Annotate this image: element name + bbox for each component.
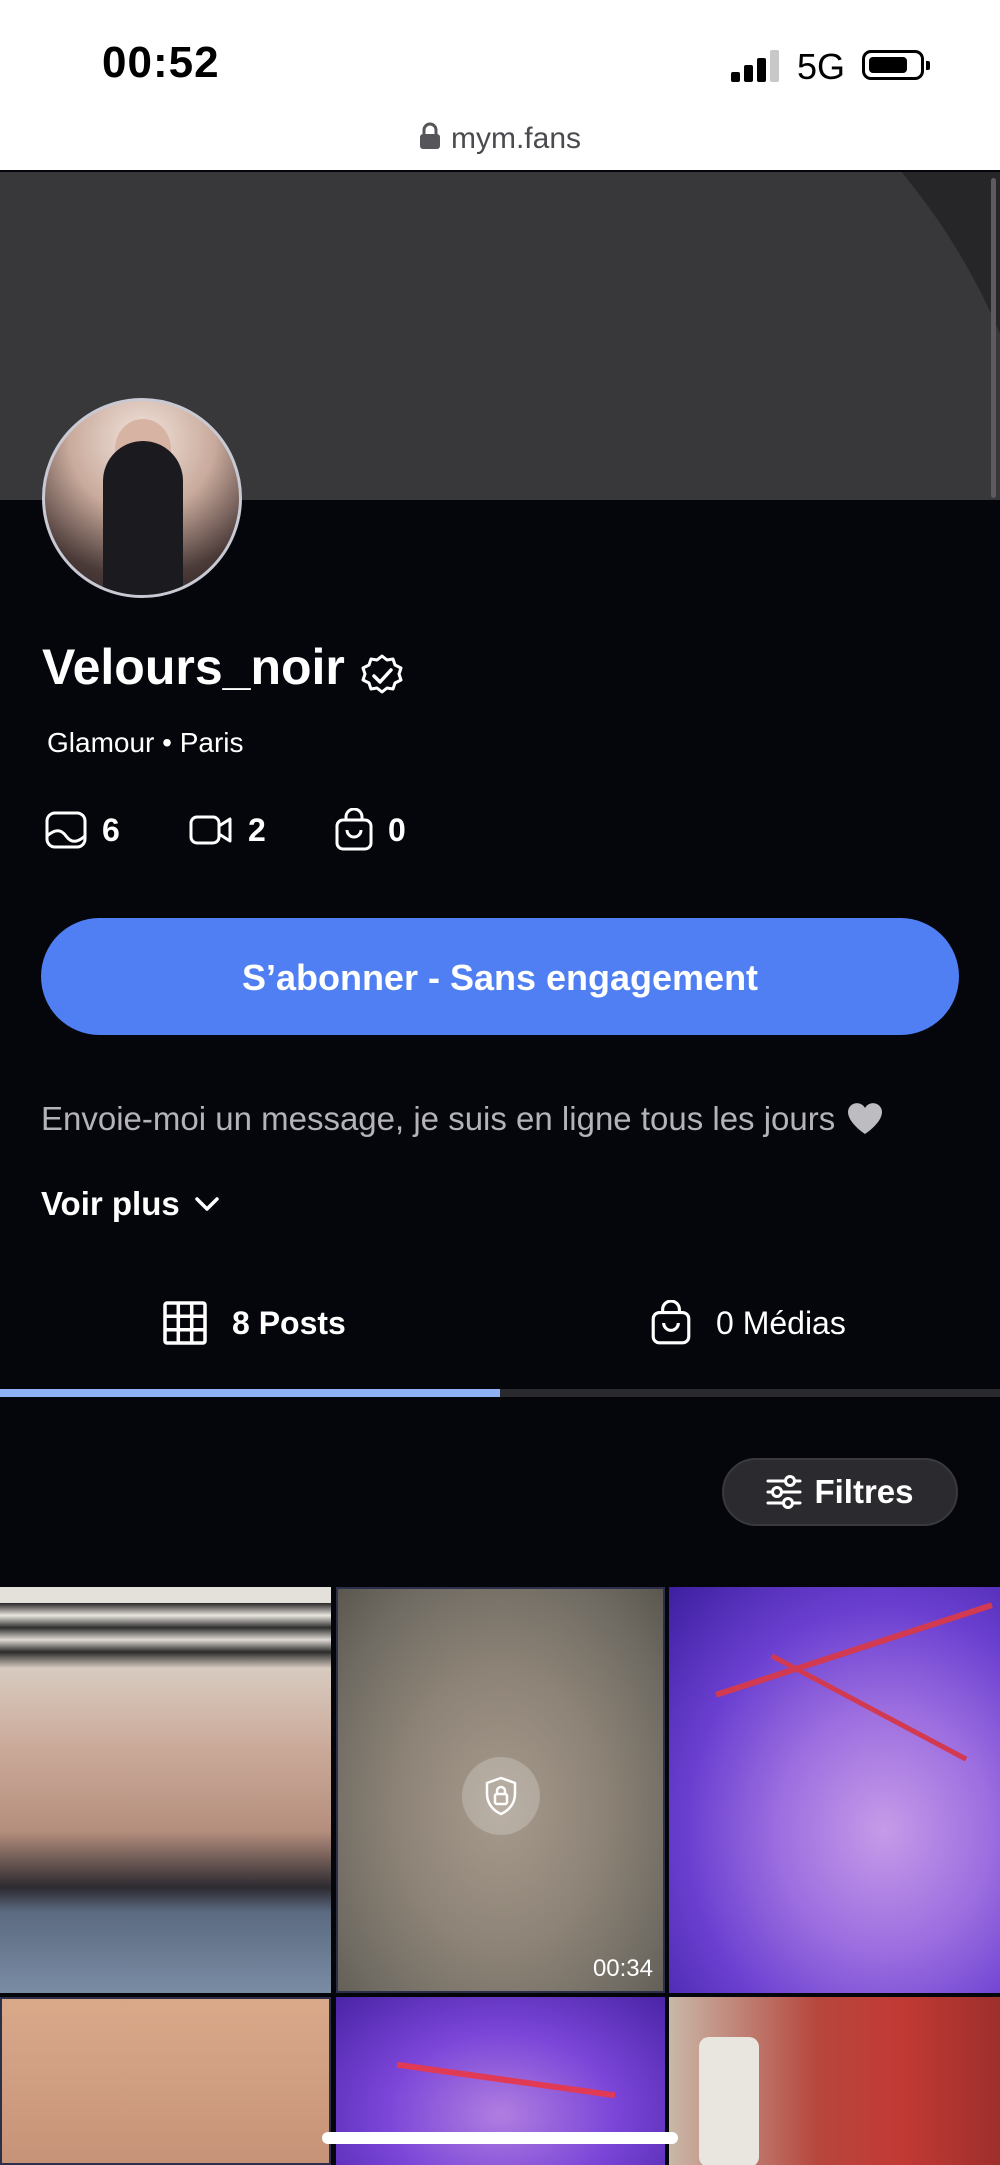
post-thumbnail[interactable]: [669, 1997, 1000, 2165]
filters-label: Filtres: [814, 1473, 914, 1510]
sliders-icon: [766, 1475, 802, 1509]
post-thumbnail[interactable]: [0, 1587, 331, 1993]
chevron-down-icon: [195, 1197, 219, 1211]
heart-icon: [848, 1103, 883, 1134]
profile-bio: Envoie-moi un message, je suis en ligne …: [41, 1100, 885, 1138]
verified-badge-icon: [361, 654, 403, 694]
bio-text: Envoie-moi un message, je suis en ligne …: [41, 1100, 836, 1137]
tab-medias[interactable]: 0 Médias: [650, 1296, 846, 1350]
stat-videos-count: 2: [248, 811, 266, 848]
post-thumbnail[interactable]: [669, 1587, 1000, 1993]
video-duration: 00:34: [592, 1955, 653, 1982]
stat-purchases: 0: [334, 808, 406, 852]
profile-username: Velours_noir: [42, 639, 345, 695]
signal-icon: [731, 50, 781, 82]
stat-photos: 6: [44, 808, 120, 852]
tab-posts[interactable]: 8 Posts: [162, 1296, 346, 1350]
avatar[interactable]: [42, 398, 242, 598]
scrollbar[interactable]: [991, 178, 996, 498]
tab-indicator: [0, 1389, 500, 1397]
photo-icon: [45, 811, 87, 849]
locked-content-icon: [462, 1757, 540, 1835]
video-icon: [189, 815, 232, 845]
grid-icon: [163, 1301, 207, 1345]
subscribe-button[interactable]: S’abonner - Sans engagement: [41, 918, 959, 1035]
stat-videos: 2: [188, 808, 266, 852]
profile-subtitle: Glamour • Paris: [47, 727, 244, 758]
shopping-bag-icon: [335, 808, 373, 851]
tab-medias-label: 0 Médias: [716, 1304, 846, 1341]
post-thumbnail-locked-video[interactable]: 00:34: [336, 1587, 665, 1993]
stat-photos-count: 6: [102, 811, 120, 848]
battery-icon: [862, 50, 930, 80]
post-thumbnail[interactable]: [0, 1997, 331, 2165]
lock-icon: [419, 122, 440, 149]
status-time: 00:52: [102, 38, 220, 87]
tab-posts-label: 8 Posts: [232, 1304, 346, 1341]
address-bar[interactable]: mym.fans: [0, 122, 1000, 156]
url-text: mym.fans: [450, 122, 582, 155]
shopping-bag-icon: [651, 1300, 691, 1345]
status-bar: 00:52 5G mym.fans: [0, 0, 1000, 170]
home-indicator[interactable]: [322, 2132, 678, 2144]
see-more-link[interactable]: Voir plus: [41, 1185, 220, 1223]
see-more-label: Voir plus: [41, 1185, 180, 1222]
filters-button[interactable]: Filtres: [722, 1458, 958, 1526]
network-type: 5G: [797, 46, 846, 87]
stat-purchases-count: 0: [388, 811, 406, 848]
